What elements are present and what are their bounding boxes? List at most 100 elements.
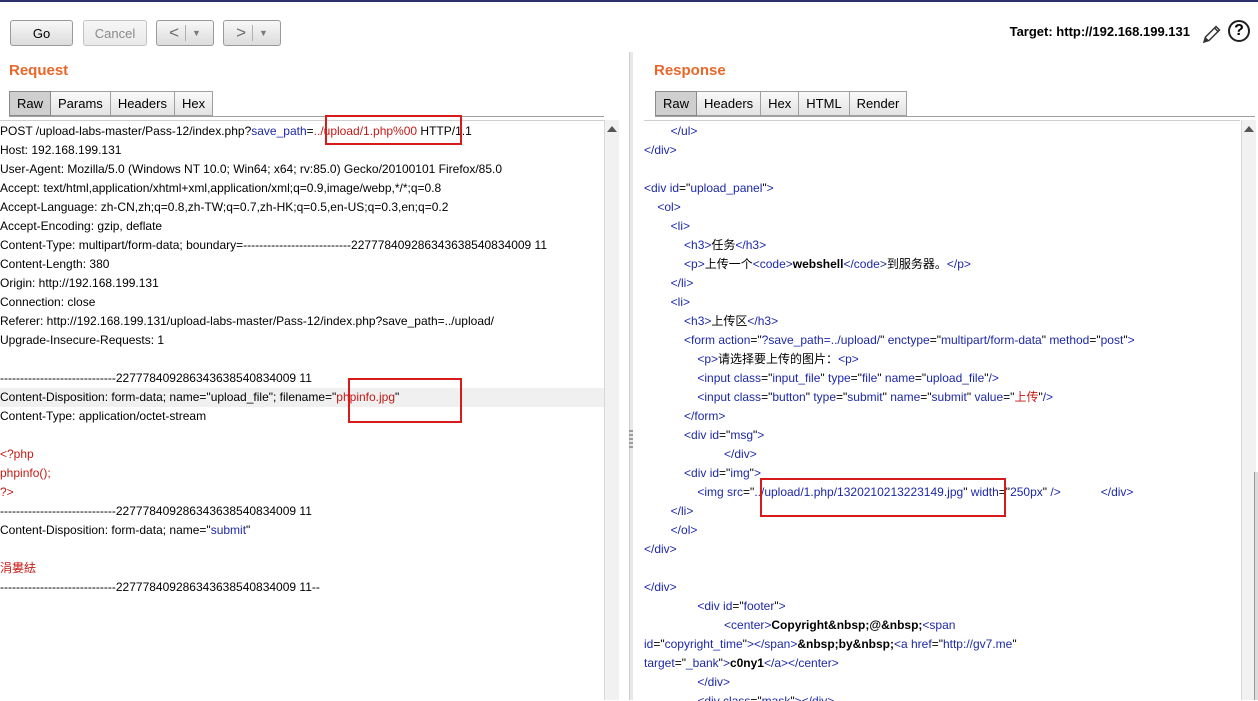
code-line: Host: 192.168.199.131	[0, 141, 121, 160]
code-token: </h3>	[735, 238, 767, 252]
code-token: <code>	[752, 257, 793, 271]
code-line: <div id="upload_panel">	[644, 179, 774, 198]
code-line: <h3>任务</h3>	[644, 236, 766, 255]
request-editor[interactable]: POST /upload-labs-master/Pass-12/index.p…	[0, 120, 604, 701]
help-icon[interactable]: ?	[1228, 20, 1250, 42]
code-line: Upgrade-Insecure-Requests: 1	[0, 331, 164, 350]
code-token: <form	[684, 333, 719, 347]
back-arrow-icon: <	[169, 23, 179, 42]
code-line: Connection: close	[0, 293, 95, 312]
code-line: <ol>	[644, 198, 681, 217]
code-token: </div>	[1100, 485, 1134, 499]
code-token: action	[718, 333, 751, 347]
response-tab-render[interactable]: Render	[849, 91, 908, 116]
code-token: Accept: text/html,application/xhtml+xml,…	[0, 181, 442, 195]
code-token: />	[988, 371, 999, 385]
code-token: ="	[1003, 390, 1015, 404]
tab-underline	[9, 116, 604, 117]
code-token: name	[890, 390, 921, 404]
code-token: file	[861, 371, 878, 385]
code-token: =	[306, 124, 314, 138]
code-token: value	[974, 390, 1004, 404]
code-token: c0ny1	[729, 656, 764, 670]
request-tab-hex[interactable]: Hex	[174, 91, 214, 116]
scroll-up-icon[interactable]	[607, 126, 617, 132]
request-scrollbar[interactable]	[604, 120, 619, 700]
code-token: <h3>	[684, 314, 712, 328]
response-title: Response	[654, 62, 726, 79]
scroll-up-icon[interactable]	[1244, 126, 1254, 132]
pencil-icon[interactable]	[1200, 22, 1224, 46]
code-token: class	[733, 371, 762, 385]
code-token: "	[1012, 637, 1017, 651]
go-button[interactable]: Go	[10, 20, 73, 46]
code-token: ="	[679, 181, 691, 195]
code-token: submit	[847, 390, 883, 404]
dropdown-icon: ▼	[259, 28, 268, 38]
request-tab-headers[interactable]: Headers	[110, 91, 175, 116]
code-token: ?save_path=../upload/	[761, 333, 881, 347]
code-line: </div>	[644, 540, 677, 559]
code-token: <div	[684, 466, 710, 480]
code-token: ="	[719, 466, 731, 480]
request-title: Request	[9, 62, 69, 79]
response-tab-html[interactable]: HTML	[799, 91, 850, 116]
code-line: Content-Disposition: form-data; name="up…	[0, 388, 604, 407]
panel-splitter[interactable]	[629, 52, 633, 700]
code-token: submit	[931, 390, 967, 404]
code-token: ="	[931, 637, 943, 651]
code-token: "	[880, 333, 888, 347]
code-token: target	[644, 656, 675, 670]
code-token: ="	[920, 390, 932, 404]
code-line: <p>上传一个<code>webshell</code>到服务器。</p>	[644, 255, 971, 274]
response-tab-hex[interactable]: Hex	[761, 91, 800, 116]
code-line: <p>请选择要上传的图片：<p>	[644, 350, 858, 369]
code-token: copyright_time	[664, 637, 743, 651]
cancel-button[interactable]: Cancel	[83, 20, 147, 46]
response-tab-headers[interactable]: Headers	[697, 91, 762, 116]
response-tab-raw[interactable]: Raw	[655, 91, 698, 116]
code-line: </div>	[644, 141, 677, 160]
code-token: -----------------------------22777840928…	[0, 580, 320, 594]
code-token: ="	[750, 333, 762, 347]
code-token: 上传	[1014, 390, 1039, 404]
code-token: ="	[674, 656, 686, 670]
code-token: save_path	[251, 124, 307, 138]
code-line: <?php	[0, 445, 34, 464]
request-tab-raw[interactable]: Raw	[9, 91, 52, 116]
code-token: <span	[922, 618, 956, 632]
code-token: <ol>	[657, 200, 681, 214]
code-token: Connection: close	[0, 295, 96, 309]
code-token: Content-Type: multipart/form-data; bound…	[0, 238, 548, 252]
request-tab-params[interactable]: Params	[51, 91, 111, 116]
code-token: type	[827, 371, 851, 385]
code-token: </form>	[684, 409, 726, 423]
code-token: <li>	[670, 295, 691, 309]
response-editor[interactable]: </ul> </div> <div id="upload_panel"> <ol> …	[644, 120, 1240, 701]
splitter-grip[interactable]	[629, 430, 633, 450]
code-token: id	[669, 181, 680, 195]
code-token: </div>	[724, 447, 757, 461]
code-token: <p>	[697, 352, 719, 366]
code-line: -----------------------------22777840928…	[0, 502, 312, 521]
forward-button[interactable]: > ▼	[223, 20, 281, 46]
code-token: http://gv7.me	[942, 637, 1013, 651]
code-token: ="	[732, 599, 744, 613]
back-button[interactable]: < ▼	[156, 20, 214, 46]
code-token: >	[746, 637, 754, 651]
code-line: <h3>上传区</h3>	[644, 312, 778, 331]
tab-underline	[655, 116, 1255, 117]
code-token: multipart/form-data	[941, 333, 1042, 347]
code-token: >	[722, 656, 730, 670]
code-token: 上传一个	[704, 257, 753, 271]
code-token: "	[246, 523, 251, 537]
